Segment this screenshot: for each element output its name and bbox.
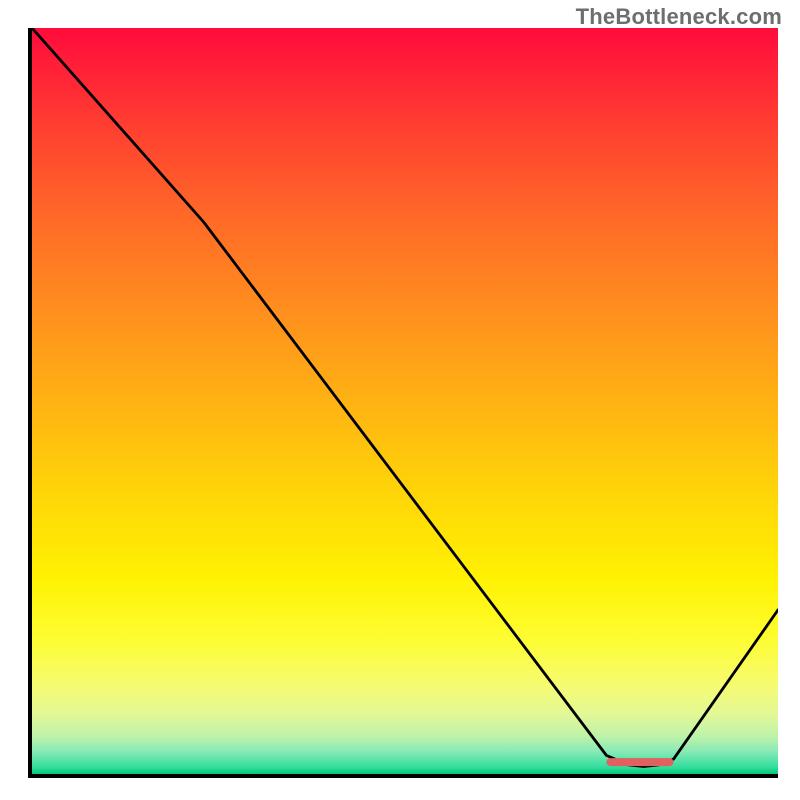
plot-svg <box>32 28 778 774</box>
bottleneck-curve-path <box>32 28 778 767</box>
chart-container: TheBottleneck.com <box>0 0 800 800</box>
plot-area <box>28 28 778 778</box>
optimal-zone-marker <box>606 758 673 766</box>
watermark-label: TheBottleneck.com <box>576 4 782 30</box>
